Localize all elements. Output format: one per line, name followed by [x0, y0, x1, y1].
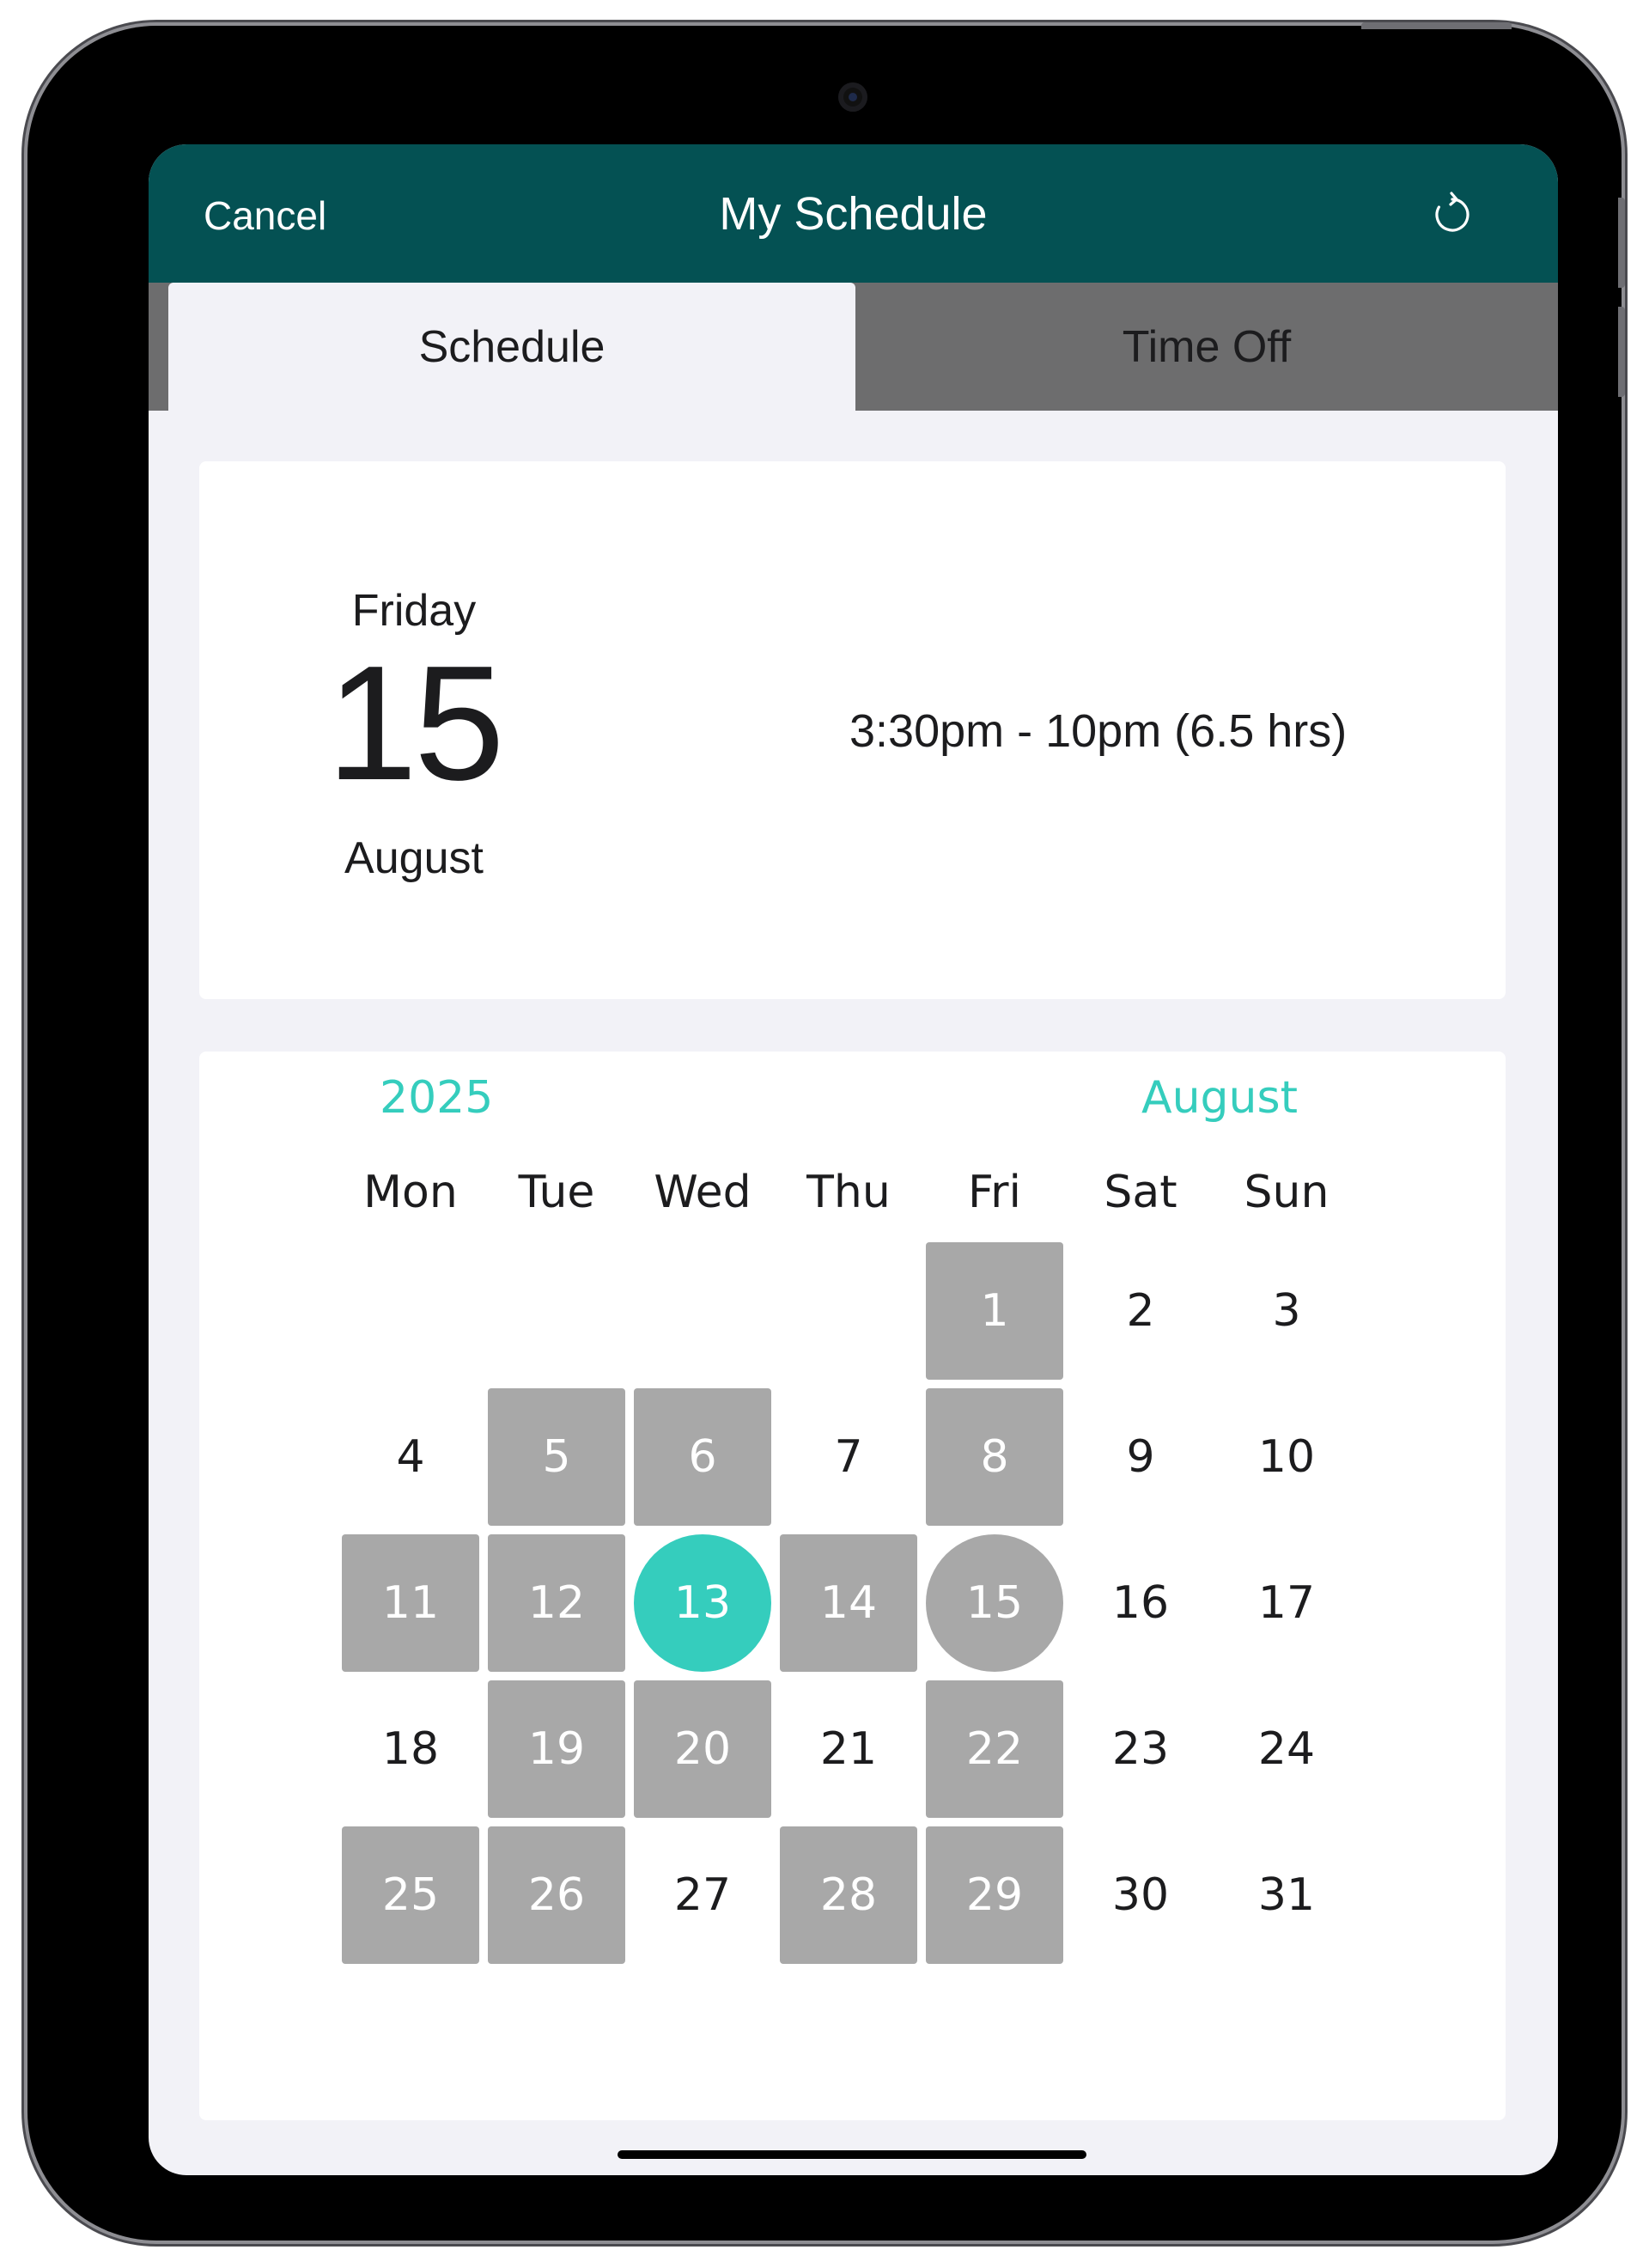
weekday-label-thu: Thu	[806, 1167, 891, 1218]
calendar-day-14[interactable]: 14	[780, 1534, 917, 1672]
calendar-day-8[interactable]: 8	[926, 1388, 1063, 1526]
calendar-day-22[interactable]: 22	[926, 1680, 1063, 1818]
tab-schedule[interactable]: Schedule	[168, 283, 855, 411]
calendar-year[interactable]: 2025	[380, 1072, 493, 1124]
calendar-day-27[interactable]: 27	[634, 1826, 771, 1964]
volume-down-button	[1618, 307, 1625, 397]
weekday-label-mon: Mon	[363, 1167, 458, 1218]
calendar-day-17[interactable]: 17	[1218, 1534, 1355, 1672]
weekday-label-tue: Tue	[518, 1167, 595, 1218]
weekday-label-fri: Fri	[968, 1167, 1021, 1218]
selected-weekday: Friday	[351, 586, 477, 636]
weekday-label-wed: Wed	[654, 1167, 751, 1218]
page-title: My Schedule	[719, 188, 988, 240]
calendar-day-26[interactable]: 26	[488, 1826, 625, 1964]
shift-time: 3:30pm - 10pm (6.5 hrs)	[849, 705, 1348, 757]
segmented-tabs: Schedule Time Off	[149, 283, 1558, 411]
calendar-day-9[interactable]: 9	[1072, 1388, 1209, 1526]
calendar-day-2[interactable]: 2	[1072, 1242, 1209, 1380]
home-indicator	[618, 2150, 1086, 2159]
calendar-day-30[interactable]: 30	[1072, 1826, 1209, 1964]
refresh-button[interactable]	[1428, 191, 1476, 239]
calendar-month[interactable]: August	[1141, 1072, 1298, 1124]
calendar-day-24[interactable]: 24	[1218, 1680, 1355, 1818]
tab-time-off[interactable]: Time Off	[855, 283, 1558, 411]
calendar-day-16[interactable]: 16	[1072, 1534, 1209, 1672]
calendar-day-5[interactable]: 5	[488, 1388, 625, 1526]
calendar-day-20[interactable]: 20	[634, 1680, 771, 1818]
calendar-day-7[interactable]: 7	[780, 1388, 917, 1526]
refresh-icon	[1435, 192, 1469, 232]
calendar-day-4[interactable]: 4	[342, 1388, 479, 1526]
selected-day-number: 15	[326, 632, 504, 814]
calendar-day-1[interactable]: 1	[926, 1242, 1063, 1380]
selected-month: August	[344, 833, 484, 883]
calendar-day-19[interactable]: 19	[488, 1680, 625, 1818]
navigation-bar: Cancel My Schedule	[149, 144, 1558, 283]
calendar-card: 2025 August Mon Tue Wed Thu Fri Sat Sun 123456…	[199, 1052, 1506, 2120]
top-button	[1361, 22, 1512, 29]
calendar-day-21[interactable]: 21	[780, 1680, 917, 1818]
calendar-day-12[interactable]: 12	[488, 1534, 625, 1672]
calendar-day-13[interactable]: 13	[634, 1534, 771, 1672]
calendar-day-10[interactable]: 10	[1218, 1388, 1355, 1526]
weekday-label-sat: Sat	[1104, 1167, 1177, 1218]
calendar-day-25[interactable]: 25	[342, 1826, 479, 1964]
front-camera	[838, 82, 867, 112]
calendar-day-29[interactable]: 29	[926, 1826, 1063, 1964]
calendar-day-6[interactable]: 6	[634, 1388, 771, 1526]
calendar-day-18[interactable]: 18	[342, 1680, 479, 1818]
selected-day-card: Friday 15 August 3:30pm - 10pm (6.5 hrs)	[199, 461, 1506, 999]
calendar-day-3[interactable]: 3	[1218, 1242, 1355, 1380]
tablet-frame: Cancel My Schedule Schedule Time Off Fri…	[27, 26, 1622, 2241]
calendar-day-28[interactable]: 28	[780, 1826, 917, 1964]
app-screen: Cancel My Schedule Schedule Time Off Fri…	[149, 144, 1558, 2175]
calendar-day-23[interactable]: 23	[1072, 1680, 1209, 1818]
calendar-day-31[interactable]: 31	[1218, 1826, 1355, 1964]
calendar-day-15[interactable]: 15	[926, 1534, 1063, 1672]
weekday-label-sun: Sun	[1244, 1167, 1330, 1218]
volume-up-button	[1618, 198, 1625, 288]
calendar-day-11[interactable]: 11	[342, 1534, 479, 1672]
